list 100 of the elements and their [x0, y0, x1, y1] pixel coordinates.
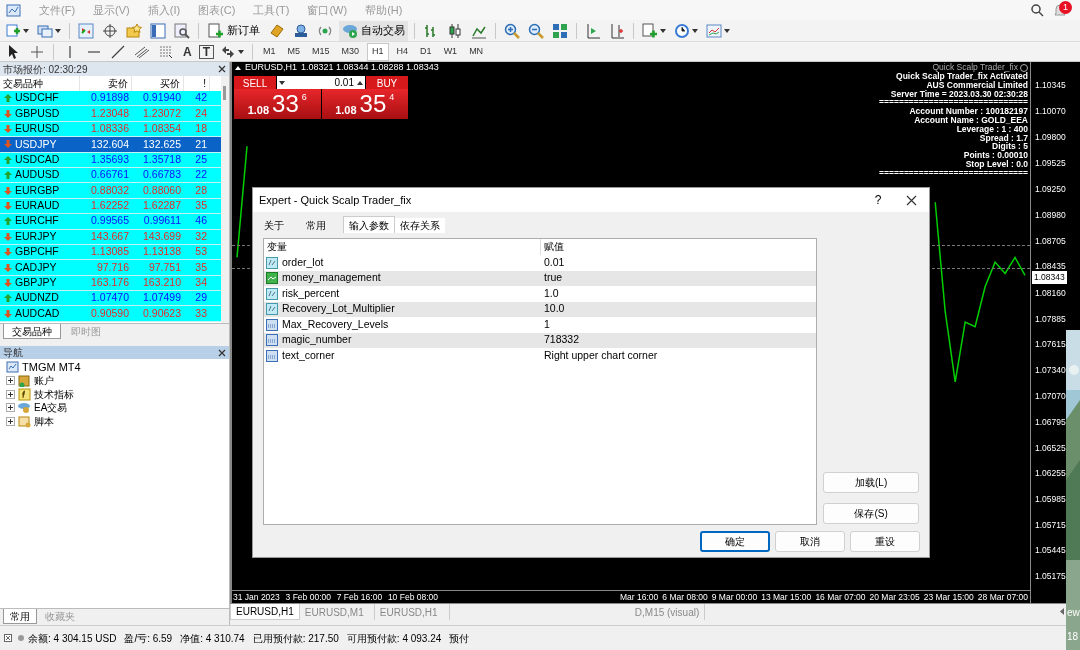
lot-field[interactable]: 0.01	[277, 76, 365, 89]
quote-row[interactable]: EURGBP 0.88032 0.88060 28	[0, 183, 221, 199]
buy-button[interactable]: BUY	[366, 76, 408, 89]
autoscroll-icon[interactable]	[609, 22, 625, 39]
text-tool[interactable]: A	[180, 42, 195, 61]
caret-icon[interactable]	[692, 28, 698, 33]
timeframe-button[interactable]: MN	[465, 42, 488, 61]
ask-cell-text: 143.699	[142, 228, 182, 244]
trendline-icon[interactable]	[110, 43, 126, 60]
param-value[interactable]: true	[541, 270, 817, 287]
quote-row[interactable]: AUDCAD 0.90590 0.90623 33	[0, 306, 221, 322]
template-icon[interactable]	[706, 22, 722, 39]
expand-icon[interactable]	[6, 403, 15, 413]
toolbar-button[interactable]: 新订单	[205, 20, 263, 41]
zoom-in-icon[interactable]	[504, 22, 520, 39]
caret-icon[interactable]	[724, 28, 730, 33]
price-label: 1.06255	[1035, 468, 1066, 479]
timeframe-button[interactable]: M30	[337, 42, 364, 61]
param-value[interactable]: Right upper chart corner	[541, 347, 817, 364]
tree-item[interactable]: TMGM MT4	[22, 358, 81, 376]
caret-icon[interactable]	[279, 80, 285, 85]
tree-item[interactable]: 脚本	[34, 413, 54, 429]
panel-tab[interactable]: 常用	[3, 609, 37, 624]
param-value[interactable]: 1	[541, 316, 817, 333]
connection-icon	[4, 634, 12, 642]
param-value[interactable]: 1.0	[541, 285, 817, 302]
caret-icon[interactable]	[660, 28, 666, 33]
tree-item[interactable]: 技术指标	[34, 386, 74, 402]
param-name: Max_Recovery_Levels	[282, 316, 389, 332]
caret-icon[interactable]	[357, 80, 363, 85]
dialog-tab[interactable]: 依存关系	[395, 218, 445, 233]
candlestick-icon[interactable]	[447, 22, 463, 39]
quote-row[interactable]: GBPUSD 1.23048 1.23072 24	[0, 106, 221, 122]
symbol-cell-text: USDCHF	[15, 90, 59, 106]
param-value[interactable]: 0.01	[541, 254, 817, 271]
tree-item[interactable]: 账户	[34, 373, 54, 389]
param-value[interactable]: 718332	[541, 332, 817, 349]
quote-row[interactable]: EURCHF 0.99565 0.99611 46	[0, 214, 221, 230]
caret-icon[interactable]	[238, 49, 244, 54]
chart-shift-icon[interactable]	[585, 22, 601, 39]
tile-windows-icon[interactable]	[552, 22, 568, 39]
caret-icon[interactable]	[23, 28, 29, 33]
timeframe-button[interactable]: H4	[392, 42, 413, 61]
quote-row[interactable]: CADJPY 97.716 97.751 35	[0, 260, 221, 276]
param-name: money_management	[282, 270, 381, 286]
symbol-cell-text: AUDCAD	[15, 305, 60, 321]
clock-icon[interactable]	[674, 22, 690, 39]
scrollbar[interactable]	[221, 76, 229, 323]
text-label-tool[interactable]: T	[198, 44, 214, 59]
dialog-button[interactable]: 取消	[775, 531, 845, 552]
caret-icon[interactable]	[55, 28, 61, 33]
column-header[interactable]: 赋值	[541, 239, 817, 255]
expand-icon[interactable]	[6, 376, 15, 386]
param-name: Recovery_Lot_Multiplier	[282, 301, 395, 317]
timeframe-button[interactable]: M1	[259, 42, 280, 61]
expand-icon[interactable]	[6, 416, 15, 426]
close-icon[interactable]	[218, 65, 226, 73]
tree-item[interactable]: EA交易	[34, 400, 68, 416]
quote-row[interactable]: USDCHF 0.91898 0.91940 42	[0, 91, 221, 107]
toolbar-button[interactable]: 自动交易	[339, 20, 408, 41]
history-icon[interactable]	[269, 22, 285, 39]
tester-icon[interactable]	[174, 22, 190, 39]
status-text: 已用预付款: 217.50	[252, 631, 339, 646]
ask-cell-text: 163.210	[142, 275, 182, 290]
spread-cell-text: 25	[194, 151, 208, 167]
spread-cell-text: 34	[194, 275, 208, 290]
close-icon[interactable]	[905, 194, 917, 206]
search-icon[interactable]	[1030, 3, 1044, 17]
time-label: 16 Mar 07:00	[815, 590, 866, 604]
scrollbar-thumb[interactable]	[223, 86, 226, 100]
market-watch-icon[interactable]	[78, 22, 94, 39]
signals-icon[interactable]	[293, 22, 309, 39]
help-button[interactable]: ?	[863, 191, 893, 209]
timeframe-button[interactable]: D1	[416, 42, 436, 61]
terminal-icon[interactable]	[150, 22, 166, 39]
panel-tab[interactable]: 交易品种	[3, 324, 61, 339]
timeframe-button[interactable]: M15	[308, 42, 334, 61]
dialog-button[interactable]: 保存(S)	[823, 503, 919, 524]
caret-icon[interactable]	[235, 65, 241, 70]
info-text: Digits : 5	[992, 142, 1028, 152]
ask-cell-text: 0.88060	[142, 182, 182, 198]
spread-cell-text: 22	[194, 167, 208, 183]
timeframe-button[interactable]: H1	[367, 42, 389, 61]
dialog-button[interactable]: 加载(L)	[823, 472, 919, 493]
quote-row[interactable]: USDJPY 132.604 132.625 21	[0, 137, 221, 153]
dialog-button[interactable]: 确定	[700, 531, 770, 552]
sell-button[interactable]: SELL	[234, 76, 276, 89]
crosshair-icon[interactable]	[102, 22, 118, 39]
timeframe-button[interactable]: M5	[283, 42, 305, 61]
dialog-button[interactable]: 重设	[850, 531, 920, 552]
dialog-tab[interactable]: 输入参数	[343, 216, 395, 233]
chart-tab[interactable]: EURUSD,H1	[230, 604, 300, 620]
zoom-out-icon[interactable]	[528, 22, 544, 39]
expand-icon[interactable]	[6, 389, 15, 399]
param-value[interactable]: 10.0	[541, 301, 817, 318]
timeframe-button[interactable]: W1	[439, 42, 462, 61]
close-icon[interactable]	[218, 348, 226, 357]
scroll-left-icon[interactable]	[1060, 608, 1064, 615]
quote-row[interactable]: AUDNZD 1.07470 1.07499 29	[0, 291, 221, 307]
star-folder-icon[interactable]	[126, 22, 142, 39]
